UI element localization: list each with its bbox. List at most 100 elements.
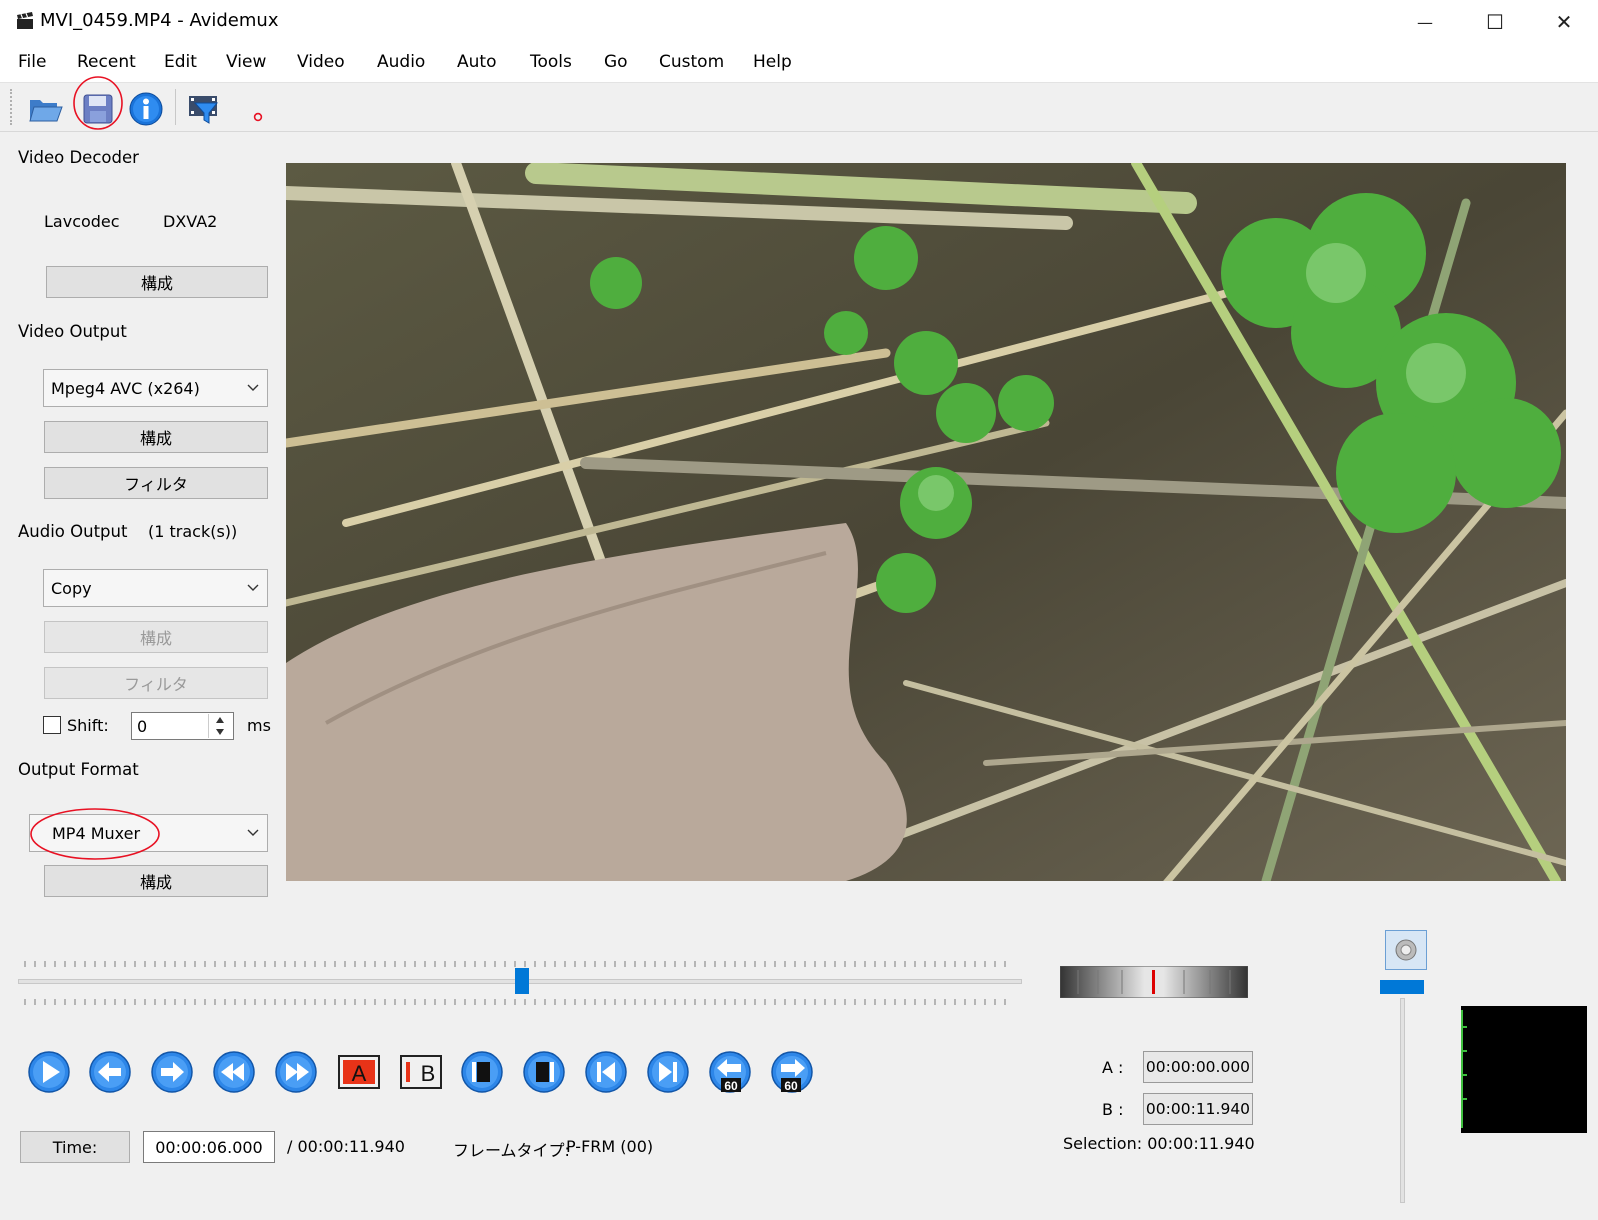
shift-checkbox[interactable] [43,716,61,734]
back-one-minute-icon[interactable]: 60 [708,1050,752,1094]
marker-b-field: 00:00:11.940 [1143,1093,1253,1125]
timeline-ticks-bottom [24,999,1014,1005]
menu-audio[interactable]: Audio [377,52,425,72]
total-time: / 00:00:11.940 [287,1137,405,1156]
video-output-title: Video Output [18,322,127,341]
current-time-value: 00:00:06.000 [155,1137,263,1157]
decoder-name: Lavcodec [44,212,120,231]
chevron-down-icon [247,584,259,591]
muxer-highlight-circle [30,808,160,860]
menu-file[interactable]: File [18,52,46,72]
video-frame-image [286,163,1566,881]
marker-a-label: A : [1102,1058,1124,1077]
video-decoder-title: Video Decoder [18,148,139,167]
marker-b-label: B : [1102,1100,1124,1119]
go-to-marker-b-icon[interactable] [522,1050,566,1094]
video-filters-button[interactable]: フィルタ [44,467,268,499]
frame-type-label: フレームタイプ: [453,1141,570,1160]
menu-video[interactable]: Video [297,52,345,72]
toolbar [0,76,1598,132]
timeline-thumb[interactable] [515,968,530,994]
play-icon[interactable] [27,1050,71,1094]
shift-spinbox[interactable]: 0 [131,712,234,740]
save-highlight-circle [73,76,123,130]
close-button[interactable]: ✕ [1530,0,1598,44]
menu-go[interactable]: Go [604,52,628,72]
title-bar: MVI_0459.MP4 - Avidemux — ☐ ✕ [0,0,1598,44]
rewind-icon[interactable] [212,1050,256,1094]
audio-codec-value: Copy [51,578,92,598]
menu-view[interactable]: View [226,52,266,72]
video-configure-button[interactable]: 構成 [44,421,268,453]
marker-a-field: 00:00:00.000 [1143,1051,1253,1083]
video-codec-select[interactable]: Mpeg4 AVC (x264) [43,369,268,407]
next-frame-icon[interactable] [150,1050,194,1094]
frame-type-value: P-FRM (00) [566,1137,654,1156]
menu-recent[interactable]: Recent [77,52,136,72]
forward-minute-label: 60 [784,1079,798,1093]
spin-up-icon[interactable] [215,716,225,724]
menu-bar: File Recent Edit View Video Audio Auto T… [0,44,1598,83]
audio-track-count: (1 track(s)) [148,522,238,541]
chevron-down-icon [247,829,259,836]
shift-label: Shift: [67,716,109,735]
menu-edit[interactable]: Edit [164,52,197,72]
go-to-marker-a-icon[interactable] [460,1050,504,1094]
menu-tools[interactable]: Tools [530,52,572,72]
video-preview [286,163,1566,881]
left-panel: Video Decoder Lavcodec DXVA2 構成 Video Ou… [0,132,280,912]
volume-slider[interactable] [1380,980,1426,1205]
toolbar-separator [175,89,176,125]
minimize-button[interactable]: — [1390,0,1460,44]
video-filter-icon[interactable] [186,91,222,127]
audio-filters-button[interactable]: フィルタ [44,667,268,699]
decoder-hw: DXVA2 [163,212,218,231]
selection-duration: Selection: 00:00:11.940 [1063,1134,1255,1153]
maximize-button[interactable]: ☐ [1460,0,1530,44]
next-keyframe-icon[interactable] [646,1050,690,1094]
spin-down-icon[interactable] [215,728,225,736]
timeline-ticks-top [24,961,1014,967]
info-icon[interactable] [128,91,164,127]
spin-buttons[interactable] [208,714,231,738]
audio-codec-select[interactable]: Copy [43,569,268,607]
back-minute-label: 60 [724,1079,738,1093]
window-title: MVI_0459.MP4 - Avidemux [40,10,279,31]
previous-frame-icon[interactable] [88,1050,132,1094]
volume-button[interactable] [1385,930,1427,970]
menu-auto[interactable]: Auto [457,52,496,72]
marker-a-letter: A [352,1061,367,1086]
close-icon: ✕ [1555,10,1573,34]
output-format-title: Output Format [18,760,139,779]
menu-custom[interactable]: Custom [659,52,724,72]
minimize-icon: — [1417,12,1433,32]
marker-b-value: 00:00:11.940 [1145,1100,1251,1118]
speaker-icon [1395,939,1417,961]
audio-configure-button[interactable]: 構成 [44,621,268,653]
marker-a-icon[interactable]: A [336,1050,382,1094]
timeline-slider[interactable] [18,955,1022,1005]
current-time-field[interactable]: 00:00:06.000 [143,1131,275,1163]
previous-keyframe-icon[interactable] [584,1050,628,1094]
muxer-configure-button[interactable]: 構成 [44,865,268,897]
shift-unit: ms [247,716,271,735]
marker-a-value: 00:00:00.000 [1145,1058,1251,1076]
chevron-down-icon [247,384,259,391]
clapperboard-icon [17,12,33,29]
audio-output-title: Audio Output [18,522,128,541]
marker-b-letter: B [421,1061,436,1086]
small-red-marker [253,112,263,122]
time-button[interactable]: Time: [20,1131,130,1163]
forward-one-minute-icon[interactable]: 60 [770,1050,814,1094]
video-codec-value: Mpeg4 AVC (x264) [51,378,200,398]
open-folder-icon[interactable] [28,91,64,127]
maximize-icon: ☐ [1486,10,1504,34]
menu-help[interactable]: Help [753,52,792,72]
decoder-configure-button[interactable]: 構成 [46,266,268,298]
fast-forward-icon[interactable] [274,1050,318,1094]
marker-b-icon[interactable]: B [398,1050,444,1094]
jog-shuttle[interactable] [1060,966,1248,998]
toolbar-grip [10,89,16,125]
shift-value: 0 [137,716,148,736]
volume-thumb[interactable] [1380,980,1424,994]
